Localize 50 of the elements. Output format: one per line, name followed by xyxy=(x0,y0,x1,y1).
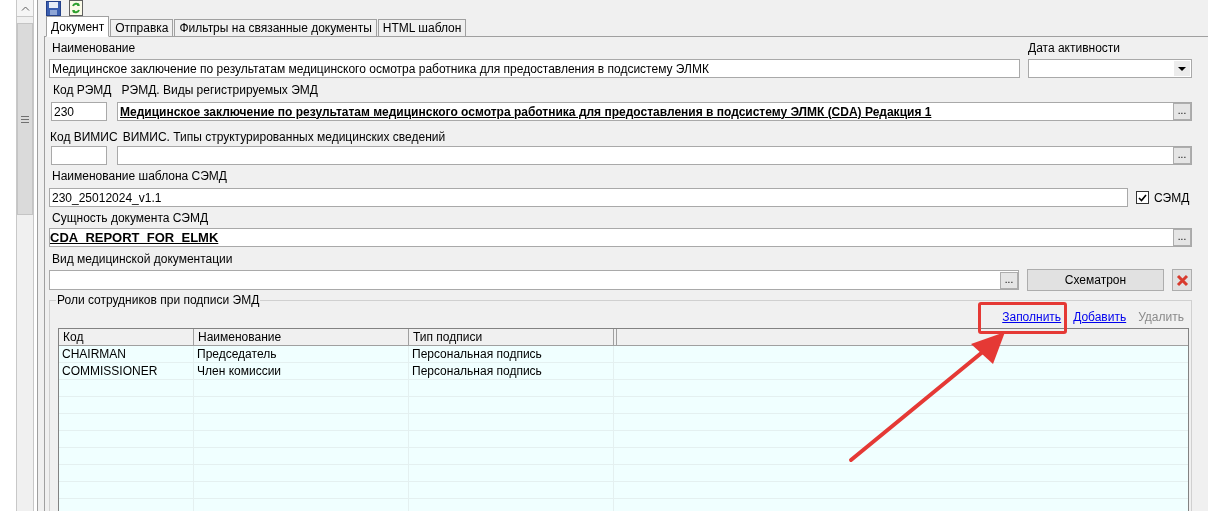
check-icon xyxy=(1138,193,1147,202)
browse-button[interactable]: ... xyxy=(1173,147,1191,164)
grip-icon xyxy=(21,115,29,123)
column-header[interactable]: Код xyxy=(59,329,194,345)
column-header[interactable]: Наименование xyxy=(194,329,409,345)
browse-button[interactable]: ... xyxy=(1173,103,1191,120)
field-label: Наименование xyxy=(51,41,137,55)
tab[interactable]: HTML шаблон xyxy=(377,19,467,37)
group-title: Роли сотрудников при подписи ЭМД xyxy=(56,292,261,309)
remd-type-field[interactable]: Медицинское заключение по результатам медицинского осмотра работника для предоставления в подсистему ЭЛМК (CDA) Редакция 1 ... xyxy=(117,102,1192,121)
checkbox-label: СЭМД xyxy=(1154,189,1190,207)
entity-field[interactable]: CDA_REPORT_FOR_ELMK ... xyxy=(49,228,1192,247)
field-label: Наименование шаблона СЭМД xyxy=(52,169,227,183)
close-icon xyxy=(1175,273,1189,287)
doc-kind-field[interactable]: ... xyxy=(49,270,1019,290)
table-cell: CHAIRMAN xyxy=(59,346,194,362)
action-link[interactable]: Заполнить xyxy=(1002,310,1062,324)
vimis-code-field[interactable] xyxy=(51,146,107,165)
remd-code-field[interactable]: 230 xyxy=(51,102,107,121)
table-cell: Член комиссии xyxy=(194,363,409,379)
table-cell: COMMISSIONER xyxy=(59,363,194,379)
field-label: РЭМД. Виды регистрируемых ЭМД xyxy=(121,83,318,97)
schematron-button[interactable]: Схематрон xyxy=(1027,269,1164,291)
field-label: Код РЭМД xyxy=(53,83,112,97)
table-cell: Персональная подпись xyxy=(409,346,614,362)
browse-button[interactable]: ... xyxy=(1000,271,1018,289)
field-label: ВИМИС. Типы структурированных медицинских сведений xyxy=(122,130,446,144)
chevron-up-icon xyxy=(20,5,30,11)
field-label: Вид медицинской документации xyxy=(52,252,233,266)
field-label: Код ВИМИС xyxy=(50,130,118,144)
tab[interactable]: Отправка xyxy=(110,19,174,37)
scroll-thumb[interactable] xyxy=(17,23,33,215)
action-link[interactable]: Добавить xyxy=(1073,310,1127,324)
template-name-field[interactable]: 230_25012024_v1.1 xyxy=(49,188,1128,207)
checkbox[interactable] xyxy=(1136,191,1149,204)
vimis-type-field[interactable]: ... xyxy=(117,146,1192,165)
field-label: Сущность документа СЭМД xyxy=(52,211,209,225)
name-field[interactable]: Медицинское заключение по результатам медицинского осмотра работника для предоставления в подсистему ЭЛМК xyxy=(49,59,1020,78)
browse-button[interactable]: ... xyxy=(1173,229,1191,246)
refresh-icon[interactable] xyxy=(69,0,83,16)
save-icon[interactable] xyxy=(46,0,61,16)
field-label: Дата активности xyxy=(1028,41,1122,55)
table-cell: Персональная подпись xyxy=(409,363,614,379)
column-header[interactable]: Тип подписи xyxy=(409,329,614,345)
date-dropdown[interactable] xyxy=(1028,59,1192,78)
tab[interactable]: Документ xyxy=(46,16,110,37)
scroll-up-button[interactable] xyxy=(17,0,33,17)
tab[interactable]: Фильтры на связанные документы xyxy=(174,19,377,37)
delete-button[interactable] xyxy=(1172,269,1192,291)
table-cell: Председатель xyxy=(194,346,409,362)
